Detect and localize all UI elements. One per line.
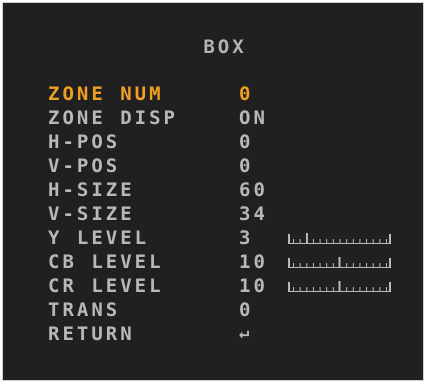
menu-row-h-size[interactable]: H-SIZE 60 <box>3 179 423 201</box>
menu-row-v-size[interactable]: V-SIZE 34 <box>3 203 423 225</box>
slider-tick <box>346 287 348 291</box>
slider-tick <box>332 263 334 267</box>
slider-left-cap <box>288 234 290 244</box>
slider-tick <box>293 263 294 267</box>
v-pos-label: V-POS <box>48 155 121 177</box>
cb-level-value: 10 <box>239 251 268 273</box>
menu-title: BOX <box>203 36 247 58</box>
h-pos-value: 0 <box>239 131 254 153</box>
slider-tick <box>352 239 354 243</box>
zone-num-label: ZONE NUM <box>48 83 164 105</box>
menu-row-cr-level[interactable]: CR LEVEL 10 <box>3 275 423 297</box>
cr-level-slider[interactable] <box>288 281 391 293</box>
slider-tick <box>379 239 381 243</box>
y-level-label: Y LEVEL <box>48 227 150 249</box>
h-pos-label: H-POS <box>48 131 121 153</box>
slider-tick <box>386 287 387 291</box>
slider-tick <box>332 287 334 291</box>
slider-tick <box>319 239 321 243</box>
slider-tick <box>293 239 294 243</box>
h-size-value: 60 <box>239 179 268 201</box>
slider-right-cap <box>389 234 391 244</box>
slider-marker <box>338 257 341 268</box>
slider-left-cap <box>288 282 290 292</box>
y-level-slider[interactable] <box>288 233 391 245</box>
menu-row-v-pos[interactable]: V-POS 0 <box>3 155 423 177</box>
slider-tick <box>352 263 354 267</box>
slider-tick <box>346 239 348 243</box>
slider-tick <box>372 263 374 267</box>
menu-row-return[interactable]: RETURN ↵ <box>3 323 423 345</box>
slider-left-cap <box>288 258 290 268</box>
slider-marker <box>338 281 341 292</box>
v-pos-value: 0 <box>239 155 254 177</box>
menu-row-cb-level[interactable]: CB LEVEL 10 <box>3 251 423 273</box>
menu-row-y-level[interactable]: Y LEVEL 3 <box>3 227 423 249</box>
slider-tick <box>299 239 301 243</box>
slider-tick <box>386 239 387 243</box>
y-level-value: 3 <box>239 227 254 249</box>
cb-level-slider[interactable] <box>288 257 391 269</box>
slider-right-cap <box>389 282 391 292</box>
slider-tick <box>372 287 374 291</box>
slider-rail <box>290 243 389 244</box>
slider-tick <box>372 239 374 243</box>
slider-tick <box>319 263 321 267</box>
slider-tick <box>326 239 328 243</box>
slider-tick <box>359 239 361 243</box>
slider-tick <box>312 287 314 291</box>
slider-tick <box>299 263 301 267</box>
slider-tick <box>306 263 308 267</box>
slider-tick <box>366 263 368 267</box>
slider-tick <box>319 287 321 291</box>
slider-tick <box>312 263 314 267</box>
slider-tick <box>299 287 301 291</box>
menu-row-zone-disp[interactable]: ZONE DISP ON <box>3 107 423 129</box>
cb-level-label: CB LEVEL <box>48 251 164 273</box>
slider-tick <box>379 263 381 267</box>
slider-tick <box>326 287 328 291</box>
return-label: RETURN <box>48 323 135 345</box>
cr-level-label: CR LEVEL <box>48 275 164 297</box>
slider-tick <box>306 287 308 291</box>
slider-tick <box>339 239 341 243</box>
slider-right-cap <box>389 258 391 268</box>
slider-tick <box>332 239 334 243</box>
v-size-value: 34 <box>239 203 268 225</box>
v-size-label: V-SIZE <box>48 203 135 225</box>
slider-tick <box>312 239 314 243</box>
zone-num-value: 0 <box>239 83 254 105</box>
slider-tick <box>352 287 354 291</box>
h-size-label: H-SIZE <box>48 179 135 201</box>
slider-tick <box>366 287 368 291</box>
slider-tick <box>293 287 294 291</box>
trans-value: 0 <box>239 299 254 321</box>
slider-marker <box>305 233 308 244</box>
cr-level-value: 10 <box>239 275 268 297</box>
slider-tick <box>386 263 387 267</box>
return-arrow-icon: ↵ <box>239 323 253 343</box>
slider-tick <box>359 287 361 291</box>
osd-screen: BOX ZONE NUM 0 ZONE DISP ON H-POS 0 V-PO… <box>3 3 423 380</box>
slider-tick <box>346 263 348 267</box>
menu-row-trans[interactable]: TRANS 0 <box>3 299 423 321</box>
trans-label: TRANS <box>48 299 121 321</box>
slider-tick <box>359 263 361 267</box>
menu-row-h-pos[interactable]: H-POS 0 <box>3 131 423 153</box>
menu-row-zone-num[interactable]: ZONE NUM 0 <box>3 83 423 105</box>
slider-tick <box>379 287 381 291</box>
zone-disp-value: ON <box>239 107 268 129</box>
slider-tick <box>366 239 368 243</box>
slider-tick <box>326 263 328 267</box>
zone-disp-label: ZONE DISP <box>48 107 178 129</box>
